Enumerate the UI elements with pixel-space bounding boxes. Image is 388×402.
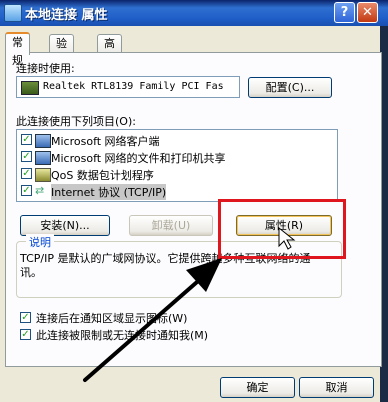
mouse-cursor-icon xyxy=(278,226,296,250)
tab-general[interactable]: 常规 xyxy=(5,32,30,67)
annotation-arrow xyxy=(83,226,296,382)
